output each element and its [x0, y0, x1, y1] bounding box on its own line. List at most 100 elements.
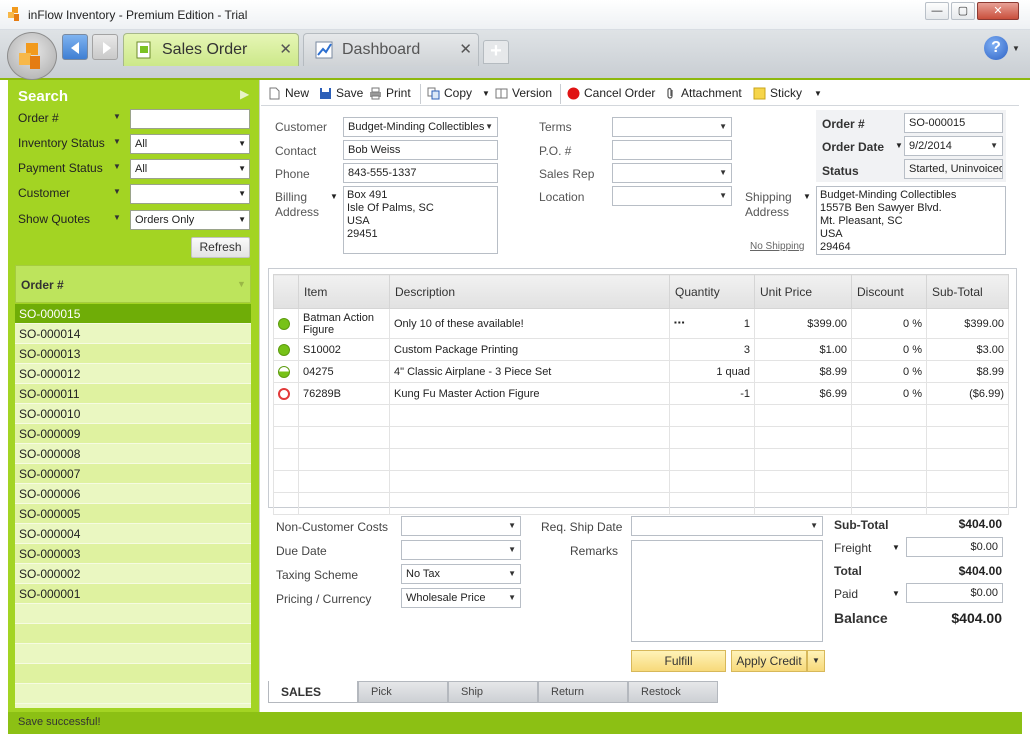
- apply-credit-button[interactable]: Apply Credit: [731, 650, 807, 672]
- minimize-button[interactable]: —: [925, 2, 949, 20]
- unit-price-cell[interactable]: $6.99: [754, 382, 852, 405]
- payment-status-select[interactable]: All ▼: [130, 159, 250, 179]
- cancel-order-button[interactable]: Cancel Order: [567, 86, 655, 100]
- sticky-button[interactable]: Sticky ▼: [753, 86, 822, 100]
- fulfill-button[interactable]: Fulfill: [631, 650, 726, 672]
- chevron-down-icon[interactable]: ▼: [895, 141, 903, 150]
- list-item[interactable]: SO-000015: [15, 304, 251, 324]
- more-options-icon[interactable]: ▪▪▪: [674, 318, 686, 327]
- description-cell[interactable]: [389, 470, 670, 493]
- version-button[interactable]: Version: [495, 86, 552, 100]
- subtotal-cell[interactable]: ($6.99): [926, 382, 1009, 405]
- app-menu-button[interactable]: [7, 32, 57, 80]
- description-cell[interactable]: Custom Package Printing: [389, 338, 670, 361]
- discount-cell[interactable]: 0 %: [851, 308, 927, 339]
- item-cell[interactable]: Batman Action Figure: [298, 308, 390, 339]
- subtotal-cell[interactable]: [926, 426, 1009, 449]
- refresh-button[interactable]: Refresh: [191, 237, 250, 258]
- phone-field[interactable]: 843-555-1337: [343, 163, 498, 183]
- discount-cell[interactable]: [851, 448, 927, 471]
- list-item[interactable]: SO-000008: [15, 444, 251, 464]
- subtotal-cell[interactable]: $3.00: [926, 338, 1009, 361]
- list-item[interactable]: SO-000010: [15, 404, 251, 424]
- table-row[interactable]: 76289B Kung Fu Master Action Figure -1 $6.9…: [273, 382, 1009, 405]
- chevron-down-icon[interactable]: ▼: [892, 543, 900, 552]
- list-item[interactable]: SO-000009: [15, 424, 251, 444]
- list-item[interactable]: SO-000011: [15, 384, 251, 404]
- unit-price-cell[interactable]: $1.00: [754, 338, 852, 361]
- apply-credit-dropdown[interactable]: ▼: [807, 650, 825, 672]
- list-item[interactable]: SO-000005: [15, 504, 251, 524]
- quantity-cell[interactable]: 3: [669, 338, 755, 361]
- discount-cell[interactable]: [851, 426, 927, 449]
- chevron-down-icon[interactable]: ▼: [803, 192, 811, 201]
- description-cell[interactable]: 4" Classic Airplane - 3 Piece Set: [389, 360, 670, 383]
- chevron-down-icon[interactable]: ▼: [113, 112, 121, 121]
- quantity-cell[interactable]: [669, 470, 755, 493]
- item-cell[interactable]: [298, 448, 390, 471]
- order-no-search-input[interactable]: [130, 109, 250, 129]
- item-cell[interactable]: [298, 492, 390, 515]
- chevron-down-icon[interactable]: ▼: [482, 89, 490, 98]
- add-tab-button[interactable]: +: [483, 40, 509, 64]
- discount-cell[interactable]: [851, 470, 927, 493]
- taxing-scheme-select[interactable]: No Tax ▼: [401, 564, 521, 584]
- list-item[interactable]: SO-000013: [15, 344, 251, 364]
- subtotal-cell[interactable]: [926, 470, 1009, 493]
- quantity-cell[interactable]: [669, 426, 755, 449]
- table-row[interactable]: [273, 404, 1009, 427]
- unit-price-cell[interactable]: $399.00: [754, 308, 852, 339]
- table-row[interactable]: [273, 470, 1009, 493]
- location-select[interactable]: ▼: [612, 186, 732, 206]
- back-button[interactable]: [62, 34, 88, 60]
- customer-select[interactable]: Budget-Minding Collectibles ▼: [343, 117, 498, 137]
- subtotal-cell[interactable]: [926, 448, 1009, 471]
- item-cell[interactable]: S10002: [298, 338, 390, 361]
- list-item[interactable]: SO-000004: [15, 524, 251, 544]
- tab-ship[interactable]: Ship: [448, 681, 538, 703]
- chevron-down-icon[interactable]: ▼: [330, 192, 338, 201]
- table-row[interactable]: [273, 492, 1009, 515]
- chevron-down-icon[interactable]: ▼: [814, 89, 822, 98]
- unit-price-cell[interactable]: $8.99: [754, 360, 852, 383]
- tab-dashboard[interactable]: Dashboard ✕: [303, 33, 479, 66]
- list-item[interactable]: SO-000001: [15, 584, 251, 604]
- tab-restock[interactable]: Restock: [628, 681, 718, 703]
- quantity-cell[interactable]: [669, 404, 755, 427]
- remarks-field[interactable]: [631, 540, 823, 642]
- tab-pick[interactable]: Pick: [358, 681, 448, 703]
- item-cell[interactable]: [298, 404, 390, 427]
- chevron-down-icon[interactable]: ▼: [113, 213, 121, 222]
- new-button[interactable]: New: [268, 86, 309, 100]
- description-cell[interactable]: [389, 492, 670, 515]
- column-header-subtotal[interactable]: Sub-Total: [926, 274, 1009, 309]
- discount-cell[interactable]: 0 %: [851, 382, 927, 405]
- subtotal-cell[interactable]: $399.00: [926, 308, 1009, 339]
- terms-select[interactable]: ▼: [612, 117, 732, 137]
- quantity-cell[interactable]: ▪▪▪ 1: [669, 308, 755, 339]
- no-shipping-link[interactable]: No Shipping: [750, 241, 804, 252]
- list-item[interactable]: SO-000003: [15, 544, 251, 564]
- list-item[interactable]: SO-000006: [15, 484, 251, 504]
- description-cell[interactable]: Only 10 of these available!: [389, 308, 670, 339]
- list-item[interactable]: SO-000007: [15, 464, 251, 484]
- order-date-field[interactable]: 9/2/2014 ▼: [904, 136, 1003, 156]
- discount-cell[interactable]: 0 %: [851, 338, 927, 361]
- column-header-unit-price[interactable]: Unit Price: [754, 274, 852, 309]
- chevron-down-icon[interactable]: ▼: [1012, 44, 1020, 53]
- collapse-panel-icon[interactable]: ▶: [240, 87, 249, 101]
- freight-field[interactable]: $0.00: [906, 537, 1003, 557]
- po-number-field[interactable]: [612, 140, 732, 160]
- tab-sales-order[interactable]: Sales Order ✕: [123, 33, 299, 66]
- column-header-quantity[interactable]: Quantity: [669, 274, 755, 309]
- discount-cell[interactable]: 0 %: [851, 360, 927, 383]
- description-cell[interactable]: Kung Fu Master Action Figure: [389, 382, 670, 405]
- table-row[interactable]: 04275 4" Classic Airplane - 3 Piece Set 1 …: [273, 360, 1009, 383]
- unit-price-cell[interactable]: [754, 448, 852, 471]
- quantity-cell[interactable]: -1: [669, 382, 755, 405]
- copy-button[interactable]: Copy ▼: [427, 86, 490, 100]
- description-cell[interactable]: [389, 404, 670, 427]
- list-item[interactable]: SO-000014: [15, 324, 251, 344]
- billing-address-field[interactable]: Box 491 Isle Of Palms, SC USA 29451: [343, 186, 498, 254]
- contact-field[interactable]: Bob Weiss: [343, 140, 498, 160]
